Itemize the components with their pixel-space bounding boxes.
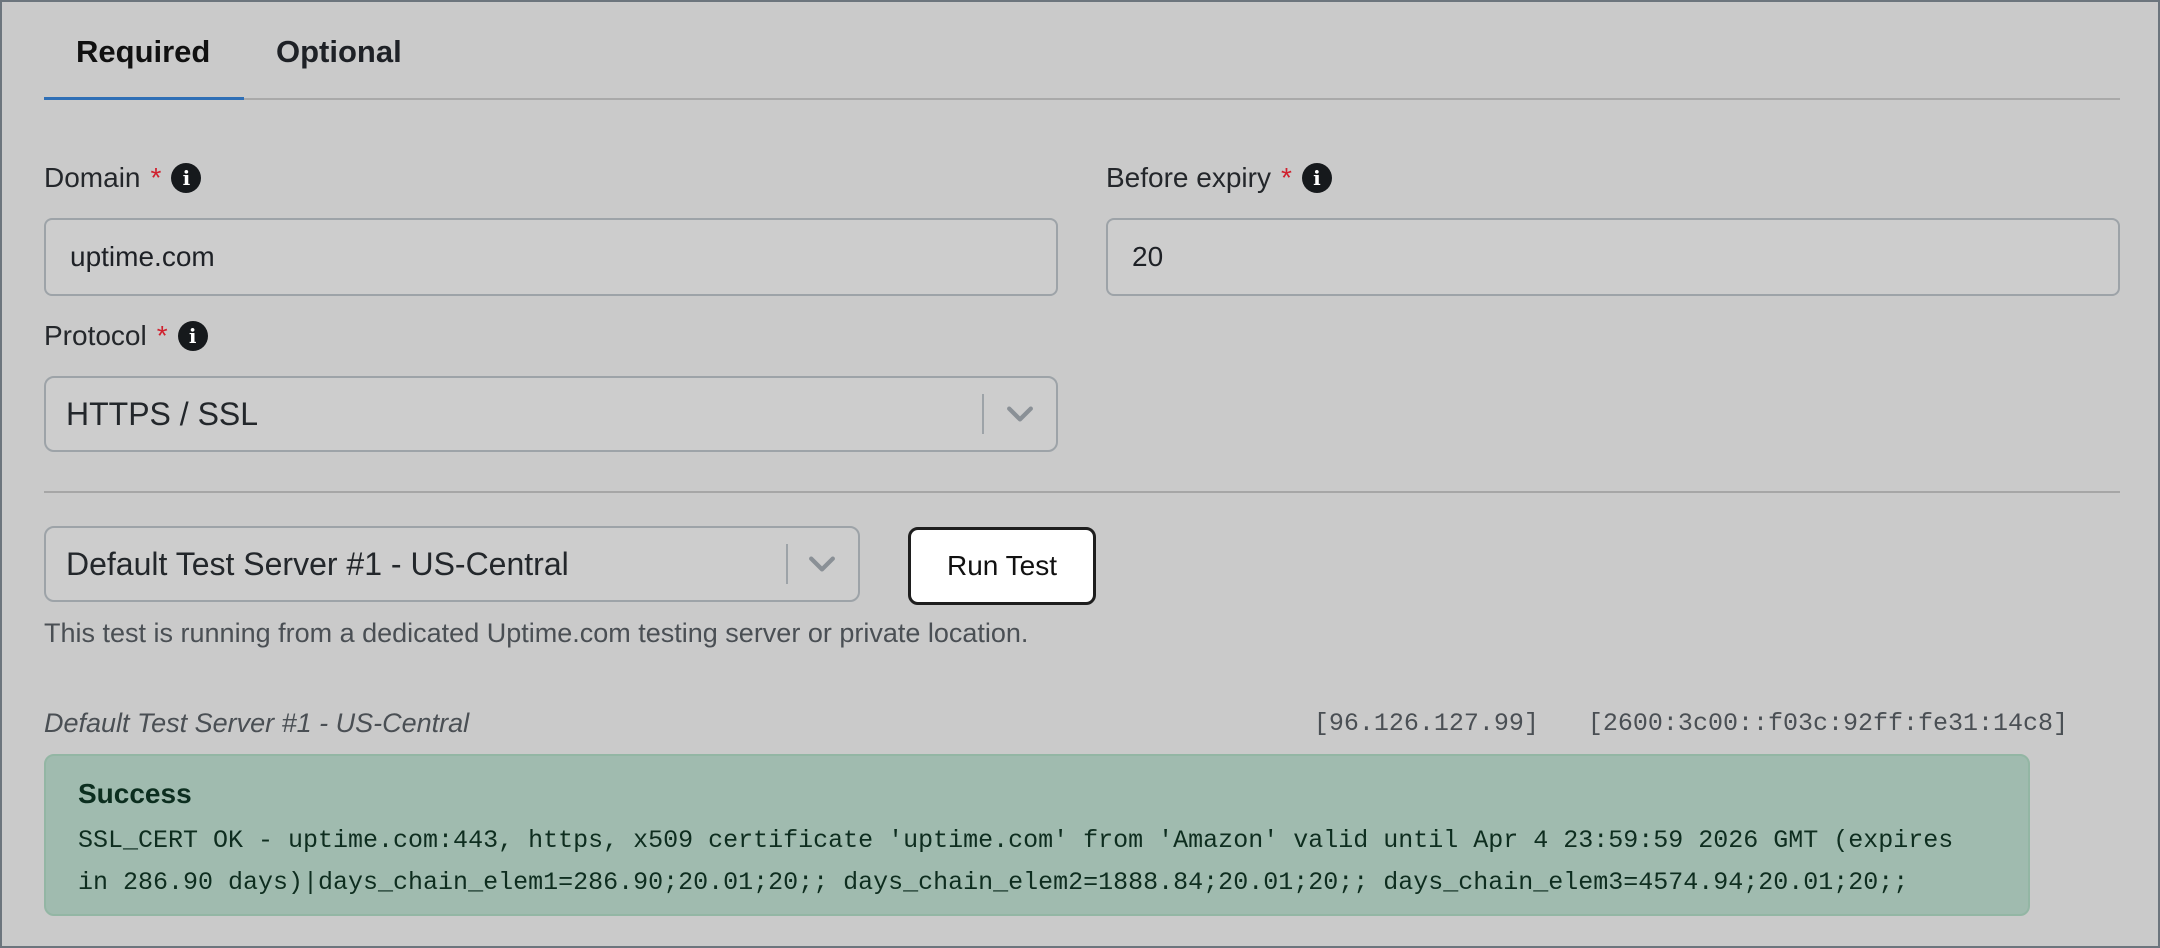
protocol-selected-value: HTTPS / SSL — [66, 396, 259, 432]
test-server-selected-value: Default Test Server #1 - US-Central — [66, 546, 569, 582]
result-message: SSL_CERT OK - uptime.com:443, https, x50… — [78, 826, 1954, 897]
before-expiry-label-group: Before expiry * i — [1106, 162, 1332, 194]
protocol-label: Protocol — [44, 320, 147, 351]
info-icon[interactable]: i — [171, 163, 202, 193]
result-status: Success — [78, 778, 192, 809]
protocol-label-group: Protocol * i — [44, 320, 208, 352]
domain-input[interactable]: uptime.com — [44, 218, 1058, 296]
required-mark: * — [156, 320, 168, 351]
server-ip-addresses: [96.126.127.99] [2600:3c00::f03c:92ff:fe… — [1280, 709, 2068, 738]
tab-required[interactable]: Required — [76, 34, 210, 70]
info-icon[interactable]: i — [177, 321, 208, 351]
test-help-text: This test is running from a dedicated Up… — [44, 618, 1029, 648]
before-expiry-label: Before expiry — [1106, 162, 1271, 193]
select-separator — [786, 544, 788, 584]
chevron-down-icon[interactable] — [1002, 396, 1038, 432]
protocol-select[interactable]: HTTPS / SSL — [44, 376, 1058, 452]
select-separator — [982, 394, 984, 434]
info-icon[interactable]: i — [1301, 163, 1332, 193]
tab-bar: Required Optional — [44, 2, 2120, 100]
test-server-select[interactable]: Default Test Server #1 - US-Central — [44, 526, 860, 602]
server-ipv4: [96.126.127.99] — [1313, 709, 1539, 738]
section-divider — [44, 491, 2120, 493]
test-result-alert: Success SSL_CERT OK - uptime.com:443, ht… — [44, 754, 2030, 916]
server-ipv6: [2600:3c00::f03c:92ff:fe31:14c8] — [1587, 709, 2068, 738]
active-tab-indicator — [44, 97, 244, 100]
tab-optional[interactable]: Optional — [276, 34, 402, 70]
before-expiry-input[interactable]: 20 — [1106, 218, 2120, 296]
required-mark: * — [1280, 162, 1292, 193]
required-mark: * — [150, 162, 162, 193]
run-test-button[interactable]: Run Test — [908, 527, 1096, 605]
run-test-button-label: Run Test — [947, 550, 1057, 581]
domain-label: Domain — [44, 162, 141, 193]
domain-label-group: Domain * i — [44, 162, 202, 194]
result-server-name: Default Test Server #1 - US-Central — [44, 708, 470, 738]
chevron-down-icon[interactable] — [804, 546, 840, 582]
